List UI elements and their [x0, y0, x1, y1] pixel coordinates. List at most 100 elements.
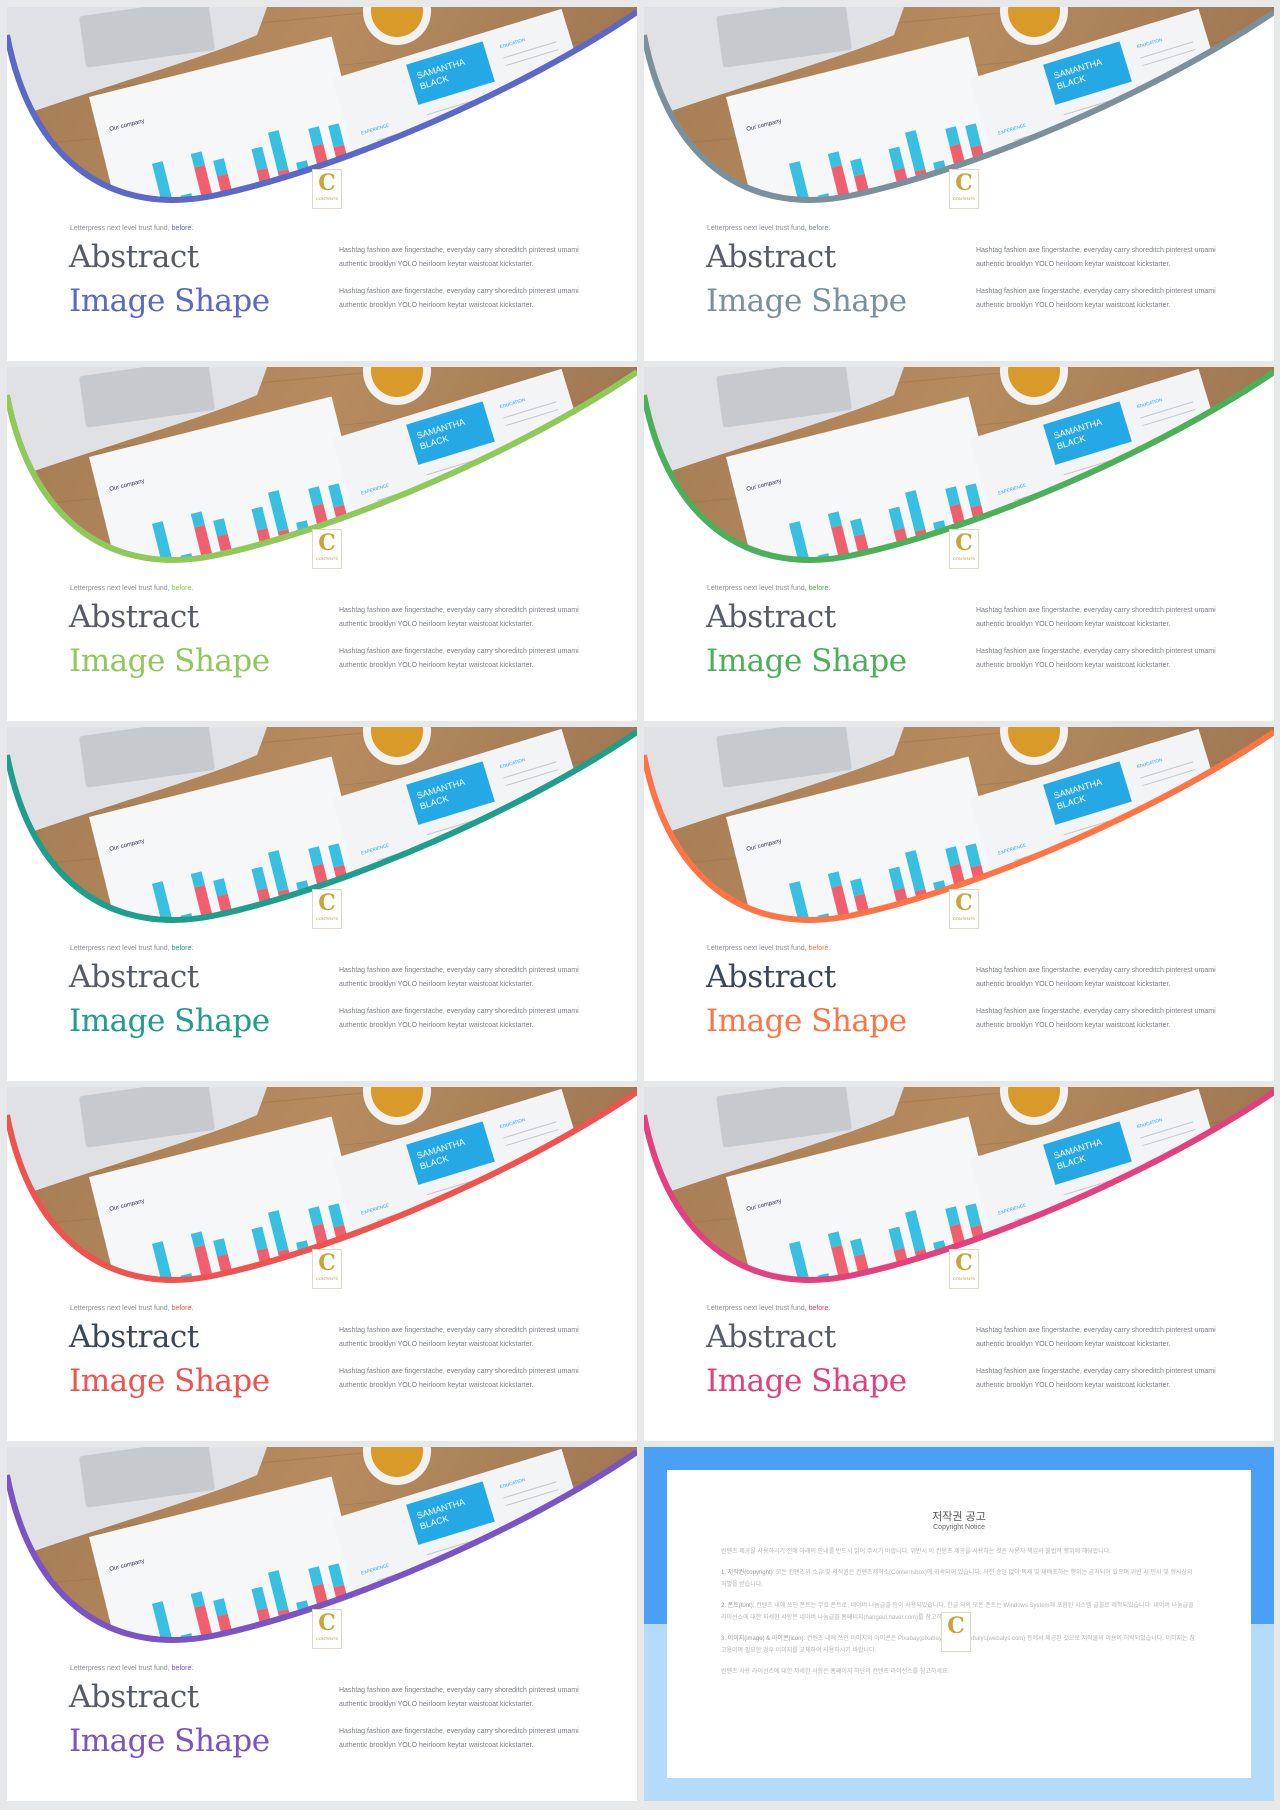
- photo-bar: [880, 916, 891, 919]
- body-paragraph-1: Hashtag fashion axe fingerstache, everyd…: [976, 607, 1216, 628]
- photo-bar: [919, 186, 935, 201]
- kicker-accent: before.: [808, 1305, 831, 1312]
- slide-kicker: Letterpress next level trust fund, befor…: [70, 225, 193, 232]
- slide-1: Our company SAMANTHA BLACK EXPERIENCE ED…: [7, 7, 637, 361]
- watermark-logo: C CONTENTS: [949, 529, 979, 569]
- watermark-logo: C CONTENTS: [949, 889, 979, 929]
- kicker-accent: before.: [171, 945, 194, 952]
- title-line-2: Image Shape: [706, 1003, 907, 1039]
- title-line-1: Abstract: [706, 239, 836, 275]
- title-line-2: Image Shape: [69, 1003, 270, 1039]
- photo-bar: [993, 513, 1007, 528]
- notice-panel: 저작권 공고 Copyright Notice 컨텐츠 제공을 사용하시기 전에…: [667, 1470, 1251, 1778]
- photo-bar: [207, 215, 221, 229]
- photo-bar: [993, 153, 1007, 168]
- photo-bar: [243, 1636, 257, 1641]
- photo-bar: [243, 196, 257, 201]
- photo-bar: [999, 896, 1013, 912]
- photo-bar: [993, 873, 1007, 888]
- photo-bar: [356, 513, 370, 528]
- body-paragraph-1: Hashtag fashion axe fingerstache, everyd…: [976, 1327, 1216, 1348]
- photo-bar: [207, 1295, 221, 1309]
- title-line-2: Image Shape: [69, 643, 270, 679]
- photo-bar: [207, 935, 221, 949]
- photo-bar: [999, 1256, 1013, 1272]
- photo-bar: [246, 206, 260, 220]
- body-paragraph-2: Hashtag fashion axe fingerstache, everyd…: [339, 1008, 579, 1029]
- photo-bar: [999, 176, 1013, 192]
- body-paragraph-1: Hashtag fashion axe fingerstache, everyd…: [339, 607, 579, 628]
- photo-bar: [246, 1286, 260, 1300]
- kicker-accent: before.: [171, 1665, 194, 1672]
- title-line-1: Abstract: [706, 599, 836, 635]
- slide-2: Our company SAMANTHA BLACK EXPERIENCE ED…: [644, 7, 1274, 361]
- body-paragraph-1: Hashtag fashion axe fingerstache, everyd…: [339, 967, 579, 988]
- photo-bar: [207, 575, 221, 589]
- photo-bar: [262, 551, 279, 561]
- kicker-text: Letterpress next level trust fund,: [707, 585, 807, 592]
- photo-bar: [919, 1266, 935, 1281]
- photo-bar: [844, 575, 858, 589]
- title-line-2: Image Shape: [69, 1363, 270, 1399]
- kicker-text: Letterpress next level trust fund,: [707, 225, 807, 232]
- body-paragraph-2: Hashtag fashion axe fingerstache, everyd…: [339, 648, 579, 669]
- kicker-text: Letterpress next level trust fund,: [70, 225, 170, 232]
- photo-bar: [359, 1245, 373, 1260]
- slide-4: Our company SAMANTHA BLACK EXPERIENCE ED…: [644, 367, 1274, 721]
- photo-bar: [880, 556, 891, 559]
- slide-7: Our company SAMANTHA BLACK EXPERIENCE ED…: [7, 1087, 637, 1441]
- photo-bar: [883, 566, 897, 580]
- photo-bar: [993, 1233, 1007, 1248]
- watermark-logo: C CONTENTS: [312, 169, 342, 209]
- title-line-1: Abstract: [69, 1319, 199, 1355]
- photo-bar: [883, 1286, 897, 1300]
- watermark-logo: C CONTENTS: [312, 1609, 342, 1649]
- photo-bar: [880, 1276, 894, 1281]
- photo-bar: [880, 556, 894, 561]
- body-paragraph-2: Hashtag fashion axe fingerstache, everyd…: [976, 1368, 1216, 1389]
- photo-bar: [262, 1271, 279, 1281]
- title-line-2: Image Shape: [706, 643, 907, 679]
- kicker-text: Letterpress next level trust fund,: [707, 1305, 807, 1312]
- kicker-accent: before.: [171, 1305, 194, 1312]
- notice-item-label: 2. 폰트(font):: [721, 1603, 755, 1609]
- photo-bar: [356, 153, 370, 168]
- photo-bar: [362, 1616, 376, 1632]
- photo-bar: [262, 191, 279, 201]
- slide-6: Our company SAMANTHA BLACK EXPERIENCE ED…: [644, 727, 1274, 1081]
- photo-bar: [246, 566, 260, 580]
- photo-bar: [899, 911, 916, 921]
- photo-bar: [880, 196, 891, 199]
- slide-9: Our company SAMANTHA BLACK EXPERIENCE ED…: [7, 1447, 637, 1801]
- photo-bar: [243, 1636, 254, 1639]
- body-paragraph-1: Hashtag fashion axe fingerstache, everyd…: [976, 967, 1216, 988]
- watermark-logo: C: [941, 1612, 971, 1652]
- photo-bar: [899, 191, 916, 201]
- kicker-accent: before.: [808, 945, 831, 952]
- notice-title: 저작권 공고: [932, 1511, 986, 1523]
- kicker-text: Letterpress next level trust fund,: [70, 585, 170, 592]
- kicker-text: Letterpress next level trust fund,: [70, 1305, 170, 1312]
- photo-bar: [996, 525, 1010, 540]
- watermark-logo: C CONTENTS: [949, 1249, 979, 1289]
- photo-bar: [262, 911, 279, 921]
- slide-kicker: Letterpress next level trust fund, befor…: [707, 1305, 830, 1312]
- photo-bar: [844, 215, 858, 229]
- photo-bar: [262, 1631, 279, 1641]
- photo-bar: [996, 1245, 1010, 1260]
- photo-bar: [282, 1626, 298, 1641]
- photo-bar: [243, 916, 257, 921]
- body-paragraph-1: Hashtag fashion axe fingerstache, everyd…: [976, 247, 1216, 268]
- title-line-2: Image Shape: [706, 283, 907, 319]
- photo-bar: [919, 906, 935, 921]
- slide-kicker: Letterpress next level trust fund, befor…: [707, 225, 830, 232]
- body-paragraph-2: Hashtag fashion axe fingerstache, everyd…: [339, 1368, 579, 1389]
- photo-bar: [246, 1646, 260, 1660]
- title-line-2: Image Shape: [69, 1723, 270, 1759]
- title-line-1: Abstract: [69, 599, 199, 635]
- photo-bar: [243, 556, 254, 559]
- photo-bar: [246, 926, 260, 940]
- photo-bar: [243, 916, 254, 919]
- photo-bar: [359, 1605, 373, 1620]
- title-line-1: Abstract: [706, 959, 836, 995]
